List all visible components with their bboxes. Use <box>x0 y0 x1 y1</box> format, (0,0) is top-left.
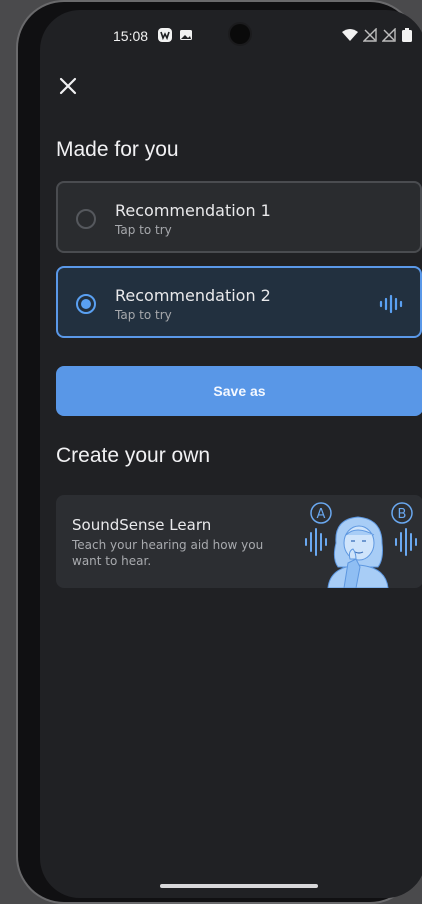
recommendation-1-option[interactable]: Recommendation 1 Tap to try <box>56 181 422 253</box>
battery-icon <box>402 28 412 42</box>
listening-person-illustration: A B <box>305 502 417 588</box>
radio-button[interactable] <box>76 209 96 229</box>
wifi-icon <box>342 29 358 41</box>
option-subtitle: Tap to try <box>115 223 172 237</box>
status-time: 15:08 <box>113 28 149 44</box>
recommendation-2-option[interactable]: Recommendation 2 Tap to try <box>56 266 422 338</box>
section-title-create-your-own: Create your own <box>56 444 211 467</box>
section-title-made-for-you: Made for you <box>56 138 179 161</box>
card-description: Teach your hearing aid how you want to h… <box>72 538 264 568</box>
option-title: Recommendation 2 <box>115 286 271 305</box>
no-signal-icon <box>363 28 377 42</box>
image-icon <box>180 30 192 40</box>
option-subtitle: Tap to try <box>115 308 172 322</box>
status-bar: 15:08 <box>40 10 422 60</box>
save-as-button[interactable]: Save as <box>56 366 422 416</box>
home-indicator[interactable] <box>160 884 318 888</box>
badge-a-label: A <box>317 507 326 522</box>
app-screen: 15:08 Made for you Recommendation 1 Tap … <box>40 10 422 898</box>
no-signal-icon <box>382 28 396 42</box>
front-camera <box>230 24 250 44</box>
sound-wave-icon <box>379 294 403 314</box>
card-title: SoundSense Learn <box>72 516 212 534</box>
badge-b-label: B <box>398 507 407 522</box>
app-badge-icon <box>158 28 172 42</box>
close-icon[interactable] <box>54 72 82 100</box>
radio-button-selected[interactable] <box>76 294 96 314</box>
option-title: Recommendation 1 <box>115 201 271 220</box>
phone-frame: 15:08 Made for you Recommendation 1 Tap … <box>18 2 422 902</box>
soundsense-learn-card[interactable]: SoundSense Learn Teach your hearing aid … <box>56 495 422 588</box>
